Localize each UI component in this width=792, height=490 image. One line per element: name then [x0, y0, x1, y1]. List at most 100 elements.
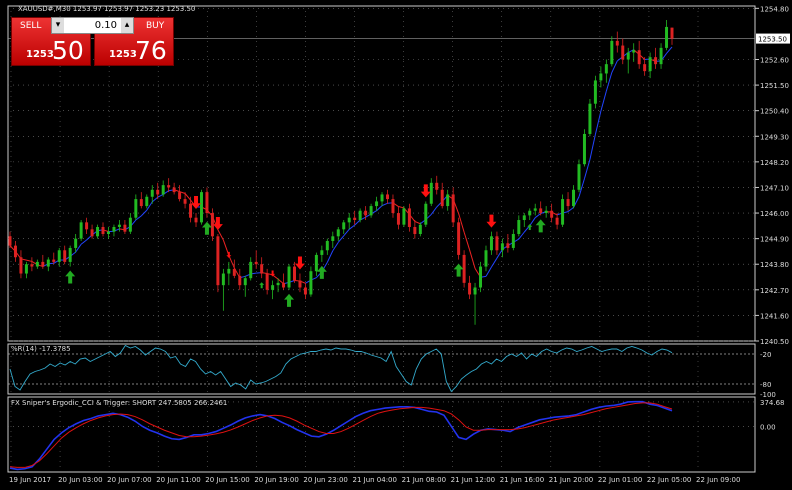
ma-segment-108	[594, 111, 602, 135]
candle-body-77	[429, 182, 433, 204]
candle-body-56	[314, 254, 318, 272]
time-label-11: 21 Jun 20:00	[549, 476, 593, 484]
price-tick-label-4: 1249.30	[760, 133, 789, 141]
candle-body-29	[167, 185, 171, 188]
price-tick-label-3: 1250.40	[760, 108, 789, 116]
buy-signal-arrow-12	[316, 265, 327, 279]
candle-body-70	[391, 199, 395, 214]
candle-body-35	[199, 192, 203, 223]
panel-frame-2	[7, 343, 756, 395]
buy-signal-arrow-9	[201, 221, 212, 235]
candle-body-79	[440, 189, 444, 207]
candle-body-66	[369, 206, 373, 216]
candle-body-93	[517, 220, 521, 234]
candle-body-102	[566, 199, 570, 207]
time-label-14: 22 Jun 09:00	[696, 476, 740, 484]
candle-body-105	[582, 133, 586, 165]
candle-body-100	[555, 217, 559, 225]
time-label-4: 20 Jun 15:00	[205, 476, 249, 484]
price-tick-label-8: 1244.90	[760, 236, 789, 244]
candle-body-31	[178, 192, 182, 200]
candle-body-104	[577, 164, 581, 190]
time-label-7: 21 Jun 04:00	[353, 476, 397, 484]
candle-body-114	[632, 50, 636, 53]
ma-segment-4	[26, 259, 32, 262]
price-tick-label-12: 1240.50	[760, 338, 789, 346]
buy-price-big: 76	[135, 36, 167, 65]
ma-segment-41	[228, 255, 235, 269]
ma-segment-33	[184, 193, 191, 201]
candle-body-23	[134, 199, 138, 218]
sell-signal-arrow-2	[226, 251, 232, 258]
candle-body-30	[172, 187, 176, 193]
ma-segment-27	[151, 196, 159, 203]
price-tick-label-6: 1247.10	[760, 184, 789, 192]
candle-body-51	[287, 266, 291, 288]
candle-body-54	[303, 287, 307, 295]
candle-body-113	[626, 52, 630, 60]
sell-signal-arrow-1	[212, 216, 223, 230]
candle-body-121	[670, 27, 674, 39]
buy-signal-arrow-13	[453, 263, 464, 277]
time-label-6: 20 Jun 23:00	[303, 476, 347, 484]
sell-signal-arrow-6	[486, 214, 497, 228]
current-price-label: 1253.50	[758, 36, 787, 44]
candle-body-120	[665, 26, 669, 48]
ma-segment-64	[354, 219, 361, 226]
ma-segment-59	[326, 250, 334, 263]
candle-body-42	[238, 275, 242, 286]
candle-body-0	[8, 236, 12, 246]
ma-segment-75	[414, 220, 421, 225]
candle-body-32	[183, 199, 187, 204]
ma-segment-25	[140, 209, 148, 217]
candle-body-11	[68, 247, 72, 262]
sell-signal-arrow-5	[420, 184, 431, 198]
candle-body-78	[435, 182, 439, 190]
candle-body-115	[637, 50, 641, 65]
candle-body-89	[495, 236, 499, 251]
candle-body-85	[473, 287, 477, 295]
price-tick-label-7: 1246.00	[760, 210, 789, 218]
price-tick-label-11: 1241.60	[760, 312, 789, 320]
candle-body-3	[24, 264, 28, 274]
price-tick-label-10: 1242.70	[760, 287, 789, 295]
candle-body-58	[325, 240, 329, 251]
wpr-tick-label-1: -80	[760, 381, 771, 389]
candle-body-28	[161, 185, 165, 195]
ma-segment-68	[376, 205, 383, 212]
candle-body-119	[659, 47, 663, 65]
time-label-10: 21 Jun 16:00	[500, 476, 544, 484]
candle-body-13	[79, 222, 83, 239]
cci-title: FX Sniper's Ergodic_CCI & Trigger: SHORT…	[11, 399, 227, 407]
candle-body-39	[221, 273, 225, 286]
ma-segment-72	[398, 206, 405, 209]
cci-series-1	[9, 402, 673, 468]
candle-body-84	[468, 282, 472, 295]
candle-body-33	[189, 203, 193, 218]
candle-body-71	[396, 213, 400, 225]
one-click-trading-panel: SELL 1253 50 ▾ 0.10 ▴ BUY 1253 76	[11, 17, 174, 66]
ma-segment-103	[567, 207, 574, 213]
candle-body-75	[418, 224, 422, 234]
candle-body-20	[117, 224, 121, 228]
candle-body-95	[528, 210, 532, 216]
lot-decrease-button[interactable]: ▾	[52, 18, 64, 33]
candle-body-65	[364, 210, 368, 216]
candle-body-5	[35, 261, 39, 267]
time-label-13: 22 Jun 05:00	[647, 476, 691, 484]
candle-body-21	[123, 224, 127, 232]
ma-segment-109	[600, 91, 607, 112]
buy-signal-arrow-14	[535, 219, 546, 233]
sell-price-small: 1253	[26, 49, 54, 60]
ma-segment-121	[666, 46, 673, 54]
candle-body-67	[375, 201, 379, 207]
lot-size-input[interactable]: ▾ 0.10 ▴	[51, 17, 134, 34]
candle-body-43	[243, 278, 247, 286]
candle-body-50	[282, 282, 286, 288]
candle-body-76	[424, 203, 428, 225]
lot-increase-button[interactable]: ▴	[121, 18, 133, 33]
candle-body-86	[479, 266, 483, 288]
ma-segment-78	[430, 206, 438, 215]
candle-body-17	[101, 227, 105, 234]
cci-tick-label-1: 0.00	[760, 423, 776, 431]
